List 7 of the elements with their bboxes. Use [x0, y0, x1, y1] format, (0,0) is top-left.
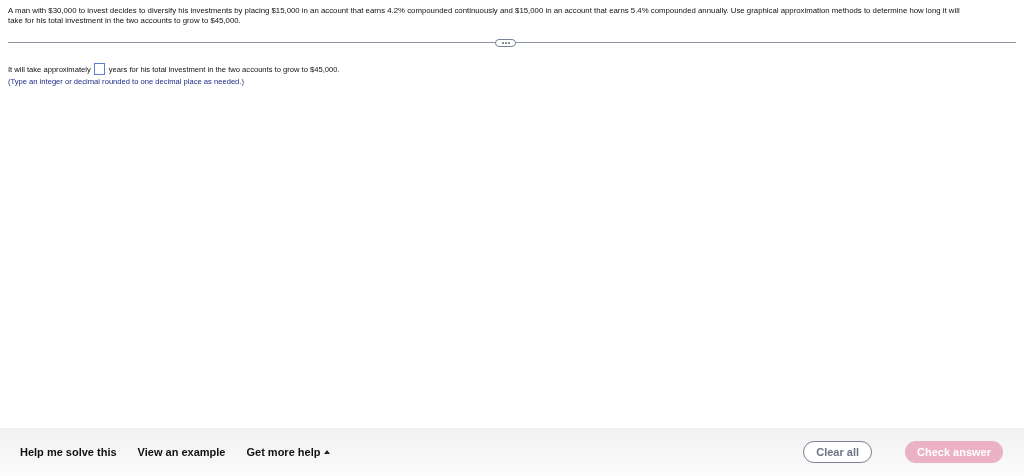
help-link[interactable]: Help me solve this	[20, 446, 117, 458]
caret-icon	[324, 450, 331, 454]
clear-button[interactable]: Clear all	[803, 441, 872, 463]
expand-button[interactable]	[495, 39, 516, 47]
help-link[interactable]: View an example	[137, 446, 226, 458]
answer-field[interactable]	[93, 63, 105, 75]
help-menu-button[interactable]: Get more help	[246, 446, 331, 458]
